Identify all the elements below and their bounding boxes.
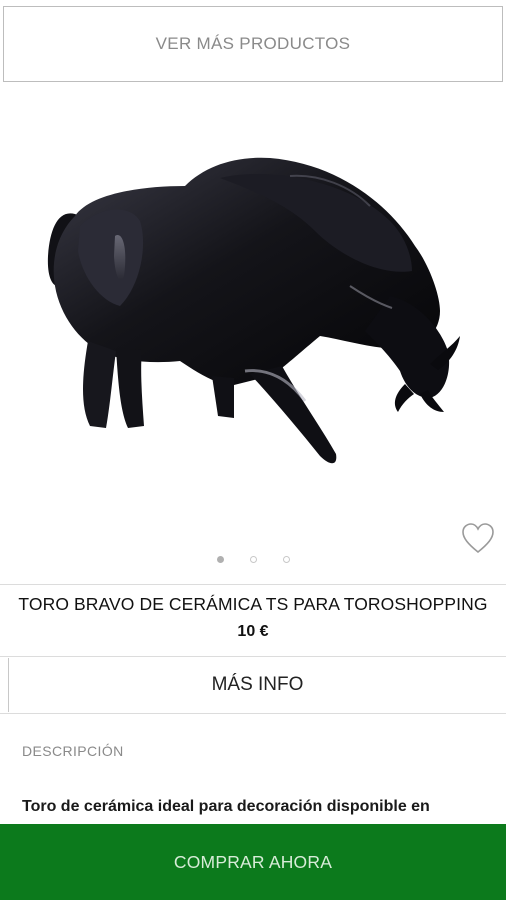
carousel-dot[interactable] [249, 556, 257, 563]
carousel-indicator [0, 554, 506, 566]
heart-icon[interactable] [460, 522, 496, 556]
divider [0, 656, 506, 657]
divider [0, 584, 506, 585]
product-price: 10 € [237, 623, 269, 640]
carousel-dot[interactable] [216, 556, 224, 563]
description-text: Toro de cerámica ideal para decoración d… [22, 798, 430, 815]
buy-now-button[interactable]: COMPRAR AHORA [0, 824, 506, 900]
description-label: DESCRIPCIÓN [22, 743, 124, 759]
carousel-dot[interactable] [282, 556, 290, 563]
more-info-button[interactable]: MÁS INFO [8, 658, 506, 712]
product-image [47, 157, 460, 464]
divider [0, 713, 506, 714]
product-image-gallery[interactable] [0, 96, 506, 576]
product-title: TORO BRAVO DE CERÁMICA TS PARA TOROSHOPP… [18, 594, 488, 614]
see-more-products-button[interactable]: VER MÁS PRODUCTOS [3, 6, 503, 82]
